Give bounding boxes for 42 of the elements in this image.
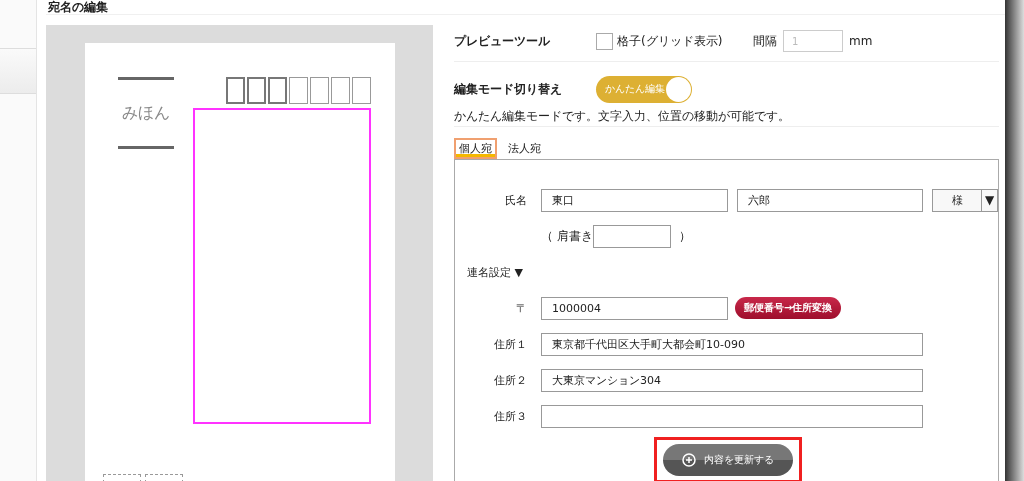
postal-code-box [309, 77, 329, 104]
title-field[interactable] [592, 224, 671, 248]
postal-code-box [246, 77, 266, 104]
plus-circle-icon [682, 453, 696, 467]
preview-tool-label: プレビューツール [454, 32, 551, 50]
spacing-field[interactable]: 1 [783, 30, 843, 52]
closing-paren: ） [678, 227, 691, 245]
address-label: 住所１ [493, 336, 527, 352]
convert-address-button[interactable]: 郵便番号→住所変換 [735, 297, 842, 319]
grid-label: 格子(グリッド表示) [617, 32, 724, 50]
address-field[interactable] [541, 404, 923, 428]
last-name-field[interactable]: 東口 [541, 188, 728, 212]
grid-checkbox[interactable] [596, 32, 613, 50]
address-label: 住所３ [493, 408, 527, 424]
sample-label: みほん [121, 102, 170, 124]
joint-names-toggle[interactable]: 連名設定 ▼ [467, 264, 523, 280]
update-button[interactable]: 内容を更新する [663, 444, 793, 476]
postal-code-box [330, 77, 350, 104]
postal-code-box [267, 77, 287, 104]
first-name-field[interactable]: 六郎 [737, 188, 923, 212]
stamp-line [117, 146, 174, 149]
honorific-select[interactable]: 様 ▼ [932, 188, 998, 212]
unit-label: mm [849, 34, 873, 48]
postal-code-field[interactable]: 1000004 [541, 296, 728, 320]
stamp-line [117, 77, 174, 80]
edit-mode-label: 編集モード切り替え [454, 80, 563, 98]
sender-postal-box [144, 474, 183, 481]
dialog-title: 宛名の編集 [46, 0, 1005, 15]
address-label: 住所２ [493, 372, 527, 388]
postal-code-box [225, 77, 245, 104]
sender-postal-box [102, 474, 141, 481]
tab[interactable]: 個人宛 [454, 138, 497, 159]
tab[interactable]: 法人宛 [503, 138, 546, 159]
mode-description: かんたん編集モードです。文字入力、位置の移動が可能です。 [454, 107, 790, 125]
address-field[interactable]: 東京都千代田区大手町大都会町10-090 [541, 332, 923, 356]
address-field[interactable]: 大東京マンション304 [541, 368, 923, 392]
postal-code-box [351, 77, 371, 104]
postal-code-box [288, 77, 308, 104]
postal-label: 〒 [515, 300, 527, 316]
title-label: （ 肩書き [541, 227, 593, 245]
spacing-label: 間隔 [753, 32, 777, 50]
name-label: 氏名 [504, 192, 527, 208]
